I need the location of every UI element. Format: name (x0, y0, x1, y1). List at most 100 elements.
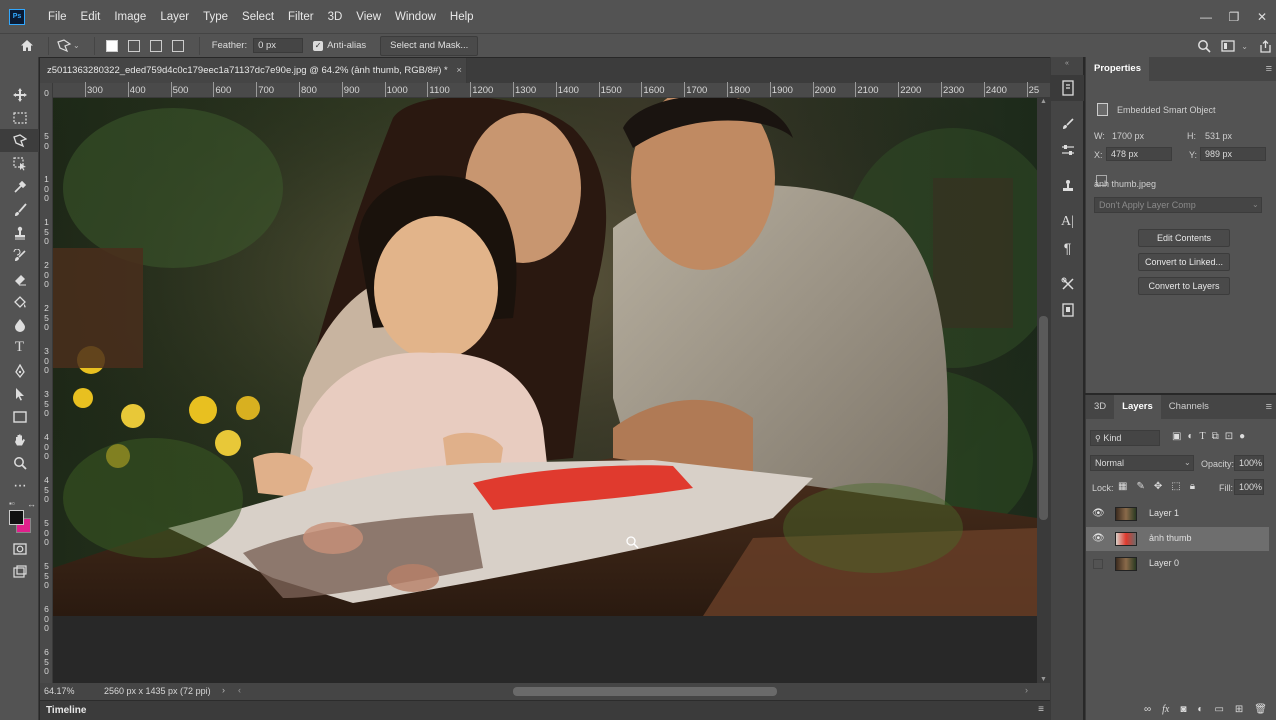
tab-channels[interactable]: Channels (1161, 395, 1217, 419)
fx-icon[interactable]: fx (1162, 704, 1169, 715)
add-selection-icon[interactable] (127, 39, 140, 52)
height-value[interactable]: 531 px (1205, 131, 1232, 141)
menu-file[interactable]: File (41, 11, 74, 23)
collapse-icon[interactable]: « (1051, 57, 1083, 75)
panel-menu-icon[interactable]: ≡ (1266, 63, 1272, 75)
x-input[interactable]: 478 px (1106, 147, 1172, 161)
tab-layers[interactable]: Layers (1114, 395, 1161, 419)
feather-input[interactable]: 0 px (253, 38, 304, 53)
menu-filter[interactable]: Filter (281, 11, 321, 23)
edit-contents-button[interactable]: Edit Contents (1138, 229, 1230, 247)
opacity-input[interactable]: 100% (1234, 455, 1264, 471)
move-tool-icon[interactable] (0, 83, 39, 106)
intersect-selection-icon[interactable] (171, 39, 184, 52)
lock-position-icon[interactable]: ✥ (1154, 481, 1162, 492)
chevron-down-icon[interactable]: ⌄ (1241, 42, 1248, 51)
blend-mode-select[interactable]: Normal (1090, 455, 1194, 471)
eye-hidden-icon[interactable] (1093, 559, 1103, 569)
select-and-mask-button[interactable]: Select and Mask... (380, 35, 479, 56)
zoom-level[interactable]: 64.17% (44, 686, 75, 696)
paragraph-panel-icon[interactable]: ¶ (1051, 235, 1084, 261)
timeline-tab[interactable]: Timeline (46, 705, 86, 716)
lock-image-icon[interactable]: ✎ (1136, 481, 1144, 492)
quick-mask-icon[interactable] (0, 537, 39, 560)
timeline-panel[interactable]: Timeline ≡ (40, 700, 1050, 720)
layer-comp-select[interactable]: Don't Apply Layer Comp (1094, 197, 1262, 213)
mask-icon[interactable]: ◙ (1180, 704, 1186, 715)
restore-button[interactable]: ❐ (1220, 10, 1248, 24)
horizontal-scroll-thumb[interactable] (513, 687, 777, 696)
panel-menu-icon[interactable]: ≡ (1038, 704, 1044, 715)
search-icon[interactable] (1195, 37, 1213, 55)
vertical-ruler[interactable]: 0 50 100 150 200 250 300 350 400 450 500 550 600 650 (40, 83, 53, 683)
layer-row[interactable]: Layer 0 (1086, 552, 1269, 576)
layer-name[interactable]: ảnh thumb (1149, 533, 1192, 543)
canvas-area[interactable] (53, 98, 1037, 683)
brush-tool-icon[interactable] (0, 198, 39, 221)
scroll-right-icon[interactable]: › (1025, 685, 1028, 695)
shape-filter-icon[interactable]: ⧉ (1212, 431, 1219, 442)
more-tools-icon[interactable]: ··· (0, 474, 39, 497)
width-value[interactable]: 1700 px (1112, 131, 1144, 141)
marquee-tool-icon[interactable] (0, 106, 39, 129)
workspace-icon[interactable] (1219, 37, 1237, 55)
tab-properties[interactable]: Properties (1086, 57, 1149, 81)
eyedropper-tool-icon[interactable] (0, 175, 39, 198)
swap-colors-icon[interactable]: ↔ (27, 499, 36, 509)
status-menu-chevron-icon[interactable]: › (222, 685, 225, 695)
menu-edit[interactable]: Edit (74, 11, 108, 23)
filter-toggle-icon[interactable]: ● (1239, 431, 1245, 442)
tab-3d[interactable]: 3D (1086, 395, 1114, 419)
pixel-filter-icon[interactable]: ▣ (1172, 431, 1181, 442)
y-input[interactable]: 989 px (1200, 147, 1266, 161)
vertical-scroll-thumb[interactable] (1039, 316, 1048, 520)
smart-object-filter-icon[interactable]: ⊡ (1225, 431, 1233, 442)
lasso-tool-icon[interactable] (0, 129, 39, 152)
adjustment-icon[interactable]: ◐ (1197, 704, 1203, 715)
vertical-scrollbar[interactable]: ▲ ▼ (1037, 98, 1050, 683)
default-colors-icon[interactable]: ▪▫ (9, 499, 15, 508)
document-image[interactable] (53, 98, 1037, 616)
type-filter-icon[interactable]: T (1200, 431, 1206, 442)
home-icon[interactable] (18, 37, 36, 55)
character-panel-icon[interactable]: A| (1051, 209, 1084, 235)
convert-to-linked-button[interactable]: Convert to Linked... (1138, 253, 1230, 271)
minimize-button[interactable]: — (1192, 10, 1220, 24)
clone-stamp-tool-icon[interactable] (0, 221, 39, 244)
subtract-selection-icon[interactable] (149, 39, 162, 52)
pen-tool-icon[interactable] (0, 359, 39, 382)
share-icon[interactable] (1256, 37, 1274, 55)
scroll-left-icon[interactable]: ‹ (238, 685, 241, 695)
convert-to-layers-button[interactable]: Convert to Layers (1138, 277, 1230, 295)
hand-tool-icon[interactable] (0, 428, 39, 451)
menu-view[interactable]: View (349, 11, 388, 23)
tools-preset-icon[interactable] (1051, 271, 1084, 297)
polygonal-lasso-preset-icon[interactable] (55, 37, 73, 55)
horizontal-ruler[interactable]: 300 400 500 600 700 800 900 1000 1100 1200 1300 140… (53, 82, 1050, 98)
menu-image[interactable]: Image (107, 11, 153, 23)
blur-tool-icon[interactable] (0, 313, 39, 336)
scroll-up-icon[interactable]: ▲ (1040, 98, 1047, 105)
menu-type[interactable]: Type (196, 11, 235, 23)
trash-icon[interactable]: 🗑︎ (1254, 704, 1267, 715)
paint-bucket-tool-icon[interactable] (0, 290, 39, 313)
link-icon[interactable]: ∞ (1144, 704, 1151, 715)
history-panel-icon[interactable] (1051, 75, 1084, 101)
menu-3d[interactable]: 3D (321, 11, 350, 23)
zoom-tool-icon[interactable] (0, 451, 39, 474)
layer-name[interactable]: Layer 1 (1149, 508, 1179, 518)
clone-source-icon[interactable] (1051, 173, 1084, 199)
layer-row[interactable]: 👁︎ ảnh thumb (1086, 527, 1269, 551)
layer-name[interactable]: Layer 0 (1149, 558, 1179, 568)
foreground-color-swatch[interactable] (9, 510, 24, 525)
eye-icon[interactable]: 👁︎ (1092, 533, 1105, 545)
close-button[interactable]: ✕ (1248, 10, 1276, 24)
path-selection-tool-icon[interactable] (0, 382, 39, 405)
antialias-checkbox[interactable]: ✓ (313, 40, 324, 51)
menu-layer[interactable]: Layer (153, 11, 196, 23)
new-selection-icon[interactable] (105, 39, 118, 52)
libraries-icon[interactable] (1051, 297, 1084, 323)
menu-help[interactable]: Help (443, 11, 481, 23)
panel-menu-icon[interactable]: ≡ (1266, 401, 1272, 413)
close-tab-icon[interactable]: × (456, 65, 462, 76)
